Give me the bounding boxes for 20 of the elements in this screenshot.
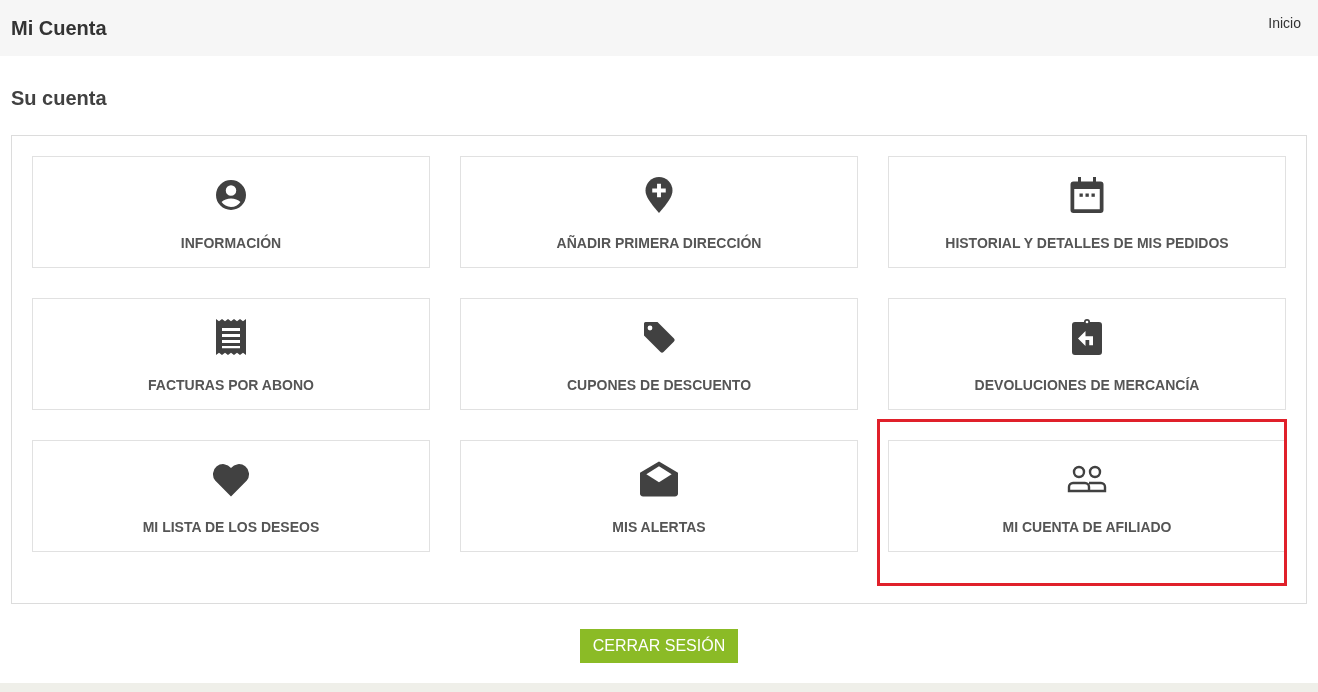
account-tile[interactable]: HISTORIAL Y DETALLES DE MIS PEDIDOS (888, 156, 1286, 268)
section-heading: Su cuenta (11, 86, 108, 110)
open-envelope-icon (640, 461, 678, 497)
account-tile[interactable]: CUPONES DE DESCUENTO (460, 298, 858, 410)
account-tile[interactable]: MI CUENTA DE AFILIADO (888, 440, 1286, 552)
page-title: Mi Cuenta (11, 16, 107, 41)
calendar-icon (1070, 177, 1104, 213)
receipt-icon (215, 319, 247, 355)
account-tile[interactable]: DEVOLUCIONES DE MERCANCÍA (888, 298, 1286, 410)
people-icon (1067, 465, 1107, 493)
account-tile[interactable]: MIS ALERTAS (460, 440, 858, 552)
account-tile[interactable]: MI LISTA DE LOS DESEOS (32, 440, 430, 552)
home-link[interactable]: Inicio (1268, 12, 1301, 34)
map-pin-plus-icon (644, 177, 674, 213)
heart-icon (212, 461, 250, 497)
account-tile[interactable]: AÑADIR PRIMERA DIRECCIÓN (460, 156, 858, 268)
clipboard-arrow-icon (1071, 319, 1103, 355)
account-tile[interactable]: FACTURAS POR ABONO (32, 298, 430, 410)
person-icon (213, 177, 249, 213)
account-tile[interactable]: INFORMACIÓN (32, 156, 430, 268)
